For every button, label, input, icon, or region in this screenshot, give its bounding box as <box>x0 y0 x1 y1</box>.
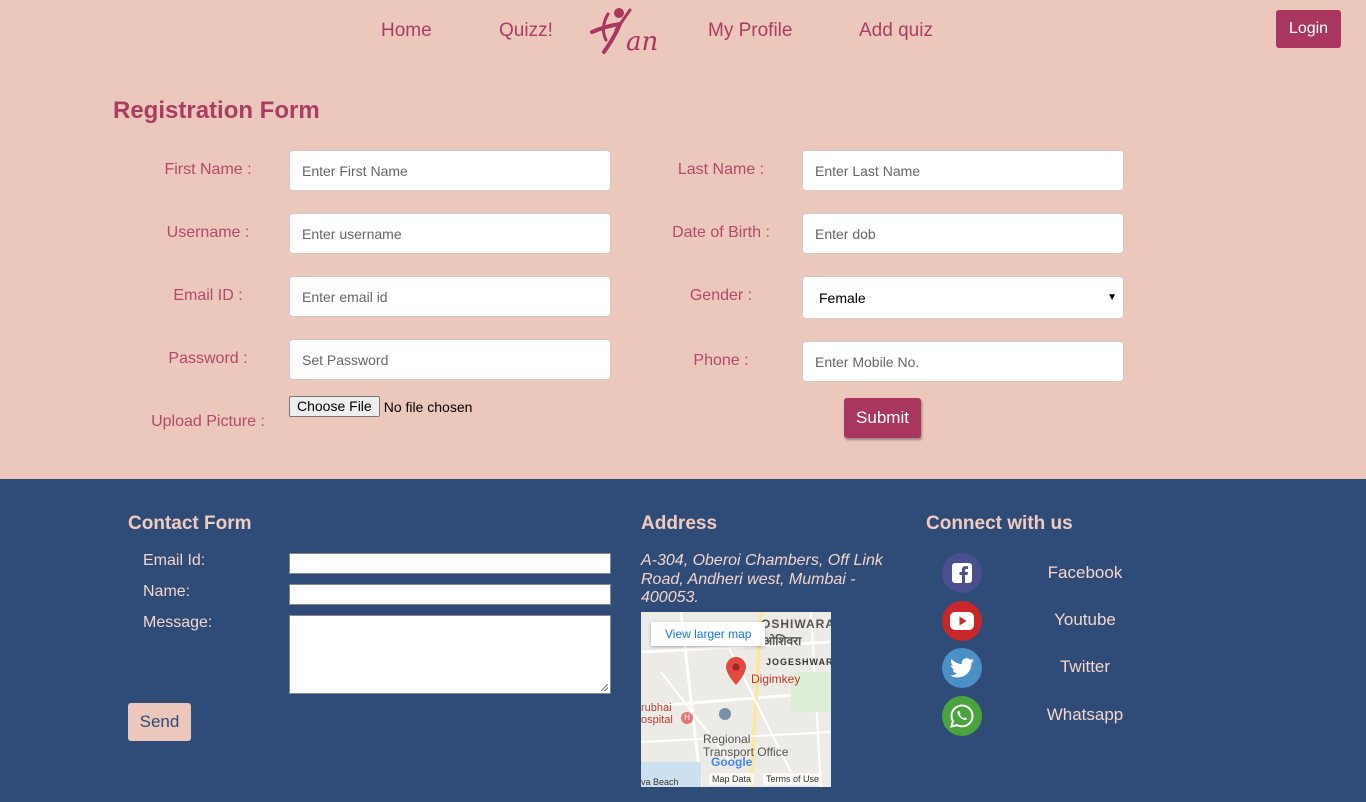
dob-label: Date of Birth : <box>672 224 770 241</box>
google-logo: Google <box>711 755 753 769</box>
nav-add-quiz[interactable]: Add quiz <box>859 20 933 42</box>
whatsapp-icon[interactable] <box>942 696 982 736</box>
kan-logo[interactable]: an <box>588 4 674 58</box>
view-larger-map-link[interactable]: View larger map <box>651 622 766 646</box>
contact-email-input[interactable] <box>289 553 611 574</box>
twitter-icon[interactable] <box>942 648 982 688</box>
social-facebook[interactable] <box>942 553 982 593</box>
map-marker-label: Digimkey <box>751 672 801 686</box>
twitter-link[interactable]: Twitter <box>1040 657 1130 677</box>
map-label-oshiwara: OSHIWARA <box>761 617 831 631</box>
upload-picture-label: Upload Picture : <box>151 413 265 430</box>
dob-input[interactable] <box>802 213 1124 254</box>
facebook-link[interactable]: Facebook <box>1040 563 1130 583</box>
first-name-input[interactable] <box>289 150 611 191</box>
social-youtube[interactable] <box>942 601 982 641</box>
map-data-link[interactable]: Map Data <box>709 773 755 785</box>
social-twitter[interactable] <box>942 648 982 688</box>
file-status: No file chosen <box>383 398 473 415</box>
svg-text:an: an <box>626 27 658 57</box>
last-name-input[interactable] <box>802 150 1124 191</box>
username-input[interactable] <box>289 213 611 254</box>
embedded-map[interactable]: OSHIWARA ओशिवरा JOGESHWARI View larger m… <box>641 612 831 787</box>
username-label: Username : <box>166 224 250 241</box>
choose-file-button[interactable]: Choose File <box>289 396 380 417</box>
nav-my-profile[interactable]: My Profile <box>708 20 792 42</box>
social-whatsapp[interactable] <box>942 696 982 736</box>
contact-name-input[interactable] <box>289 584 611 605</box>
login-button[interactable]: Login <box>1276 10 1341 48</box>
address-title: Address <box>641 513 718 534</box>
gender-selected-value: Female <box>819 289 866 306</box>
map-pin-icon <box>726 657 746 685</box>
transit-icon <box>719 708 731 720</box>
contact-form-title: Contact Form <box>128 513 252 534</box>
map-label-jogeshwari: JOGESHWARI <box>766 657 831 667</box>
file-upload: Choose File No file chosen <box>289 396 472 417</box>
map-label-beach: va Beach <box>641 777 679 787</box>
chevron-down-icon: ▼ <box>1107 292 1117 303</box>
map-label-hospital: rubhai ospital <box>641 702 673 726</box>
nav-home[interactable]: Home <box>381 20 432 42</box>
contact-message-textarea[interactable] <box>289 615 611 694</box>
whatsapp-link[interactable]: Whatsapp <box>1040 705 1130 725</box>
phone-label: Phone : <box>693 352 749 369</box>
hospital-icon: H <box>681 712 693 724</box>
last-name-label: Last Name : <box>677 161 765 178</box>
nav-quizz[interactable]: Quizz! <box>499 20 553 42</box>
youtube-icon[interactable] <box>942 601 982 641</box>
address-text: A-304, Oberoi Chambers, Off Link Road, A… <box>641 552 883 606</box>
submit-button[interactable]: Submit <box>844 398 921 438</box>
gender-label: Gender : <box>689 287 753 304</box>
first-name-label: First Name : <box>164 161 252 178</box>
contact-name-label: Name: <box>143 583 191 600</box>
contact-message-label: Message: <box>143 614 213 631</box>
email-input[interactable] <box>289 276 611 317</box>
resize-handle-icon[interactable] <box>601 684 608 691</box>
connect-title: Connect with us <box>926 513 1073 534</box>
registration-title: Registration Form <box>113 97 320 124</box>
facebook-icon[interactable] <box>942 553 982 593</box>
map-label-rto-1: Regional <box>703 732 751 746</box>
send-button[interactable]: Send <box>128 703 191 741</box>
contact-email-label: Email Id: <box>143 552 206 569</box>
youtube-link[interactable]: Youtube <box>1040 610 1130 630</box>
password-label: Password : <box>168 350 248 367</box>
password-input[interactable] <box>289 339 611 380</box>
map-terms-link[interactable]: Terms of Use <box>763 773 823 785</box>
email-label: Email ID : <box>173 287 243 304</box>
phone-input[interactable] <box>802 341 1124 382</box>
gender-select[interactable]: Female ▼ <box>802 276 1124 319</box>
map-label-oshiwara-local: ओशिवरा <box>763 634 802 648</box>
